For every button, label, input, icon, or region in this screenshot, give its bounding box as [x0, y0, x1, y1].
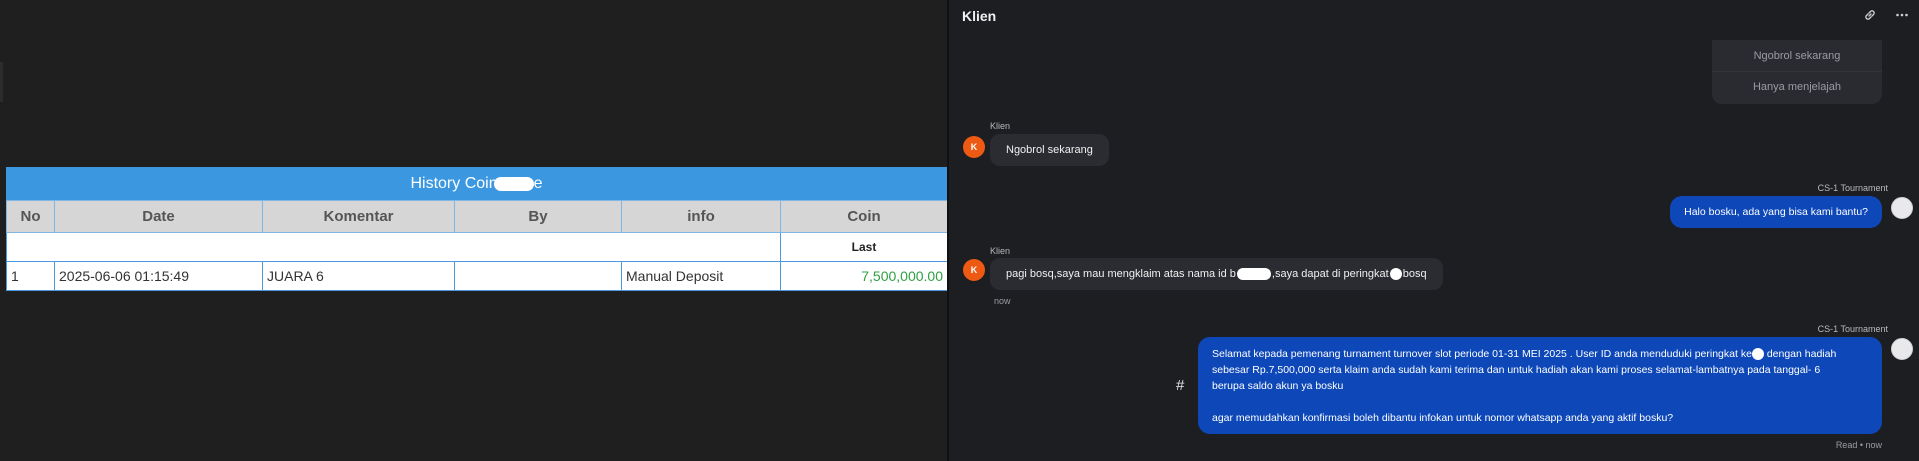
table-title: History Coin e [6, 167, 947, 200]
message-bubble: Halo bosku, ada yang bisa kami bantu? [1670, 196, 1882, 228]
message-sender: CS-1 Tournament [1817, 324, 1888, 334]
message-text-part: Selamat kepada pemenang turnament turnov… [1212, 348, 1752, 360]
message-bubble: Selamat kepada pemenang turnament turnov… [1198, 337, 1882, 434]
more-icon[interactable] [1895, 8, 1909, 22]
message-text-part: dengan hadiah [1766, 348, 1837, 360]
coin-table: No Date Komentar By info Coin Last 1 202… [6, 200, 948, 291]
redacted-blob [1751, 348, 1764, 361]
cell-no: 1 [6, 261, 55, 291]
message-sender: CS-1 Tournament [1817, 183, 1888, 193]
avatar [1891, 197, 1913, 219]
chat-header: Klien [949, 0, 1919, 34]
link-icon[interactable] [1863, 8, 1877, 22]
message-text-part: bosq [1402, 268, 1427, 280]
col-header-info[interactable]: info [621, 200, 781, 233]
redacted-blob [1236, 268, 1271, 280]
col-header-komentar[interactable]: Komentar [262, 200, 455, 233]
quick-reply-jelajah[interactable]: Hanya menjelajah [1712, 71, 1882, 102]
left-edge-strip [0, 62, 3, 102]
col-header-date[interactable]: Date [54, 200, 263, 233]
message-sender: Klien [990, 246, 1011, 256]
col-header-coin[interactable]: Coin [780, 200, 948, 233]
table-row[interactable]: 1 2025-06-06 01:15:49 JUARA 6 Manual Dep… [6, 261, 948, 291]
header-actions [1863, 8, 1909, 22]
col-header-no[interactable]: No [6, 200, 55, 233]
redacted-blob [1389, 268, 1402, 280]
message-time: now [994, 296, 1011, 306]
table-title-text: History Coin [410, 174, 498, 192]
cell-info: Manual Deposit [621, 261, 781, 291]
message-status: Read • now [1835, 440, 1882, 450]
coin-history-table: History Coin e No Date Komentar By info … [6, 167, 948, 291]
cell-by [454, 261, 622, 291]
quick-reply-menu: Ngobrol sekarang Hanya menjelajah [1712, 40, 1882, 104]
header-row: No Date Komentar By info Coin [6, 200, 948, 233]
message-bubble: Ngobrol sekarang [990, 134, 1109, 166]
avatar: K [963, 259, 985, 281]
avatar: K [963, 136, 985, 158]
message-line: agar memudahkan konfirmasi boleh dibantu… [1212, 412, 1674, 424]
message-line: sebesar Rp.7,500,000 serta klaim anda su… [1212, 364, 1821, 376]
message-bubble: pagi bosq,saya mau mengklaim atas nama i… [990, 258, 1443, 290]
cell-komentar: JUARA 6 [262, 261, 455, 291]
redacted-blob [493, 176, 534, 191]
message-line: berupa saldo akun ya bosku [1212, 380, 1344, 392]
chat-pane: Klien Ngobrol sekarang Hanya menjelajah … [949, 0, 1919, 461]
chat-title: Klien [962, 8, 997, 24]
subheader-row: Last [6, 232, 948, 262]
avatar [1891, 338, 1913, 360]
col-header-by[interactable]: By [454, 200, 622, 233]
message-text-part: ,saya dapat di peringkat [1271, 268, 1389, 280]
subheader-empty [6, 232, 781, 262]
subheader-last: Last [780, 232, 948, 262]
message-text-part: pagi bosq,saya mau mengklaim atas nama i… [1006, 268, 1236, 280]
cell-date: 2025-06-06 01:15:49 [54, 261, 263, 291]
left-pane: History Coin e No Date Komentar By info … [0, 0, 948, 461]
hash-symbol[interactable]: # [1176, 377, 1184, 394]
quick-reply-ngobrol[interactable]: Ngobrol sekarang [1712, 40, 1882, 71]
cell-coin: 7,500,000.00 [780, 261, 948, 291]
message-line: Selamat kepada pemenang turnament turnov… [1212, 346, 1868, 362]
table-title-suffix: e [533, 174, 543, 192]
message-sender: Klien [990, 121, 1011, 131]
screen: History Coin e No Date Komentar By info … [0, 0, 1919, 461]
